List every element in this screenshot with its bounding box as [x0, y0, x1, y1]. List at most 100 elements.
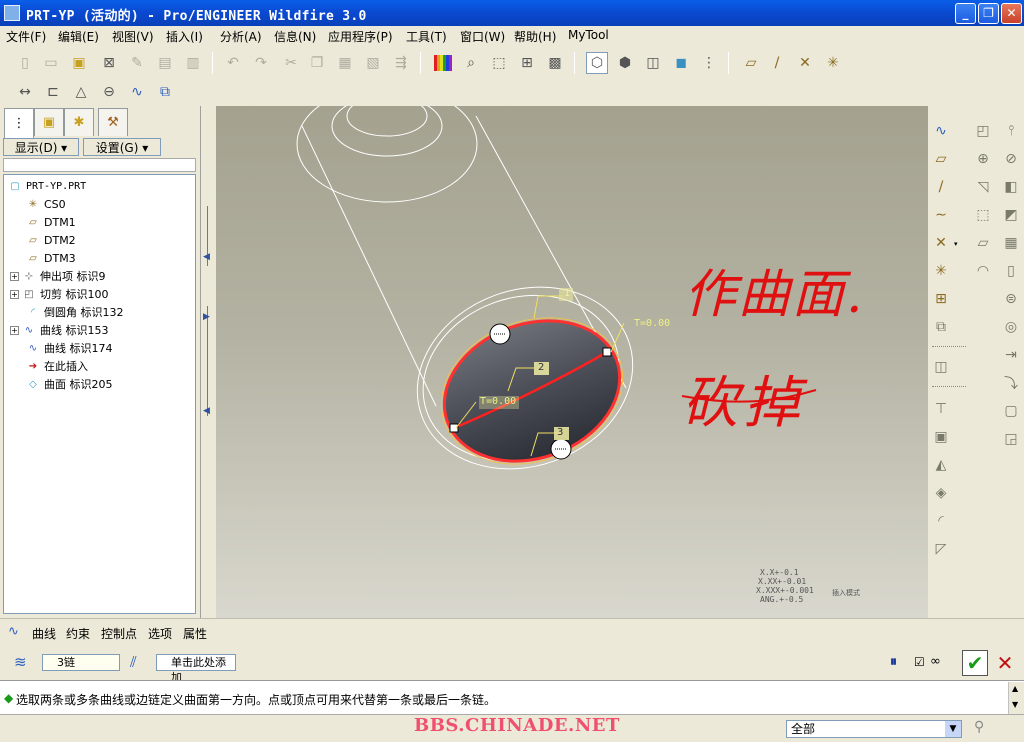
- boundary-blend-icon[interactable]: ▱: [972, 232, 994, 254]
- favorites-tab[interactable]: ✱: [64, 108, 94, 136]
- tree-item-curve153[interactable]: + ∿ 曲线 标识153: [10, 321, 109, 339]
- lock-icon[interactable]: ⚲: [974, 719, 984, 735]
- tree-item-dtm3[interactable]: ▱ DTM3: [26, 249, 76, 267]
- minimize-button[interactable]: _: [955, 3, 976, 24]
- tab-options[interactable]: 选项: [148, 625, 172, 642]
- draft-tool-icon[interactable]: ◈: [930, 482, 952, 504]
- message-scrollbar[interactable]: ▲ ▼: [1008, 682, 1024, 714]
- menu-tools[interactable]: 工具(T): [406, 28, 447, 45]
- dimension-icon[interactable]: ↔: [14, 81, 36, 103]
- save-icon[interactable]: ▤: [154, 52, 176, 74]
- datum-axis-tool-icon[interactable]: /: [930, 176, 952, 198]
- graphics-window[interactable]: 1 2 3 T=0.00 T=0.00 作曲面. 砍掉 X.X+-0.1 X.X…: [216, 106, 928, 618]
- menu-applications[interactable]: 应用程序(P): [328, 28, 393, 45]
- hole-tool-icon[interactable]: ⊤: [930, 398, 952, 420]
- extrude-tool-icon[interactable]: ◰: [972, 120, 994, 142]
- cut-icon[interactable]: ✂: [280, 52, 302, 74]
- project-tool-icon[interactable]: ⇥: [1000, 344, 1022, 366]
- glasses-icon[interactable]: ∞: [930, 654, 941, 669]
- expand-arrow-icon[interactable]: ▶: [203, 312, 210, 322]
- paste-special-icon[interactable]: ▧: [362, 52, 384, 74]
- dropdown-arrow-icon[interactable]: ▾: [954, 240, 958, 248]
- expand-icon[interactable]: +: [10, 271, 19, 281]
- pause-icon[interactable]: ⏸: [890, 654, 897, 670]
- zoom-icon[interactable]: ⌕: [460, 52, 482, 74]
- expand-icon[interactable]: +: [10, 289, 19, 299]
- collapse-arrow-icon[interactable]: ◀: [203, 406, 210, 416]
- copy-geometry-icon[interactable]: ◫: [930, 356, 952, 378]
- datum-point-tool-icon[interactable]: ✕: [930, 232, 952, 254]
- revolve-tool-icon[interactable]: ⊕: [972, 148, 994, 170]
- intersect-tool-icon[interactable]: ▢: [1000, 400, 1022, 422]
- datum-points-icon[interactable]: ✕: [794, 52, 816, 74]
- sketch-curve-icon[interactable]: ∿: [930, 120, 952, 142]
- tree-item-surface[interactable]: ◇ 曲面 标识205: [26, 375, 112, 393]
- menu-edit[interactable]: 编辑(E): [58, 28, 99, 45]
- wireframe-icon[interactable]: ⬡: [586, 52, 608, 74]
- model-tree-tab[interactable]: ⋮: [4, 108, 34, 138]
- emboss-tool-icon[interactable]: ◲: [1000, 428, 1022, 450]
- thicken-tool-icon[interactable]: ⊜: [1000, 288, 1022, 310]
- saved-views-icon[interactable]: ⊞: [516, 52, 538, 74]
- cancel-button[interactable]: ✕: [992, 650, 1018, 676]
- tools-tab[interactable]: ⚒: [98, 108, 128, 136]
- tree-item-curve174[interactable]: ∿ 曲线 标识174: [26, 339, 113, 357]
- curvature-icon[interactable]: ∿: [126, 81, 148, 103]
- tree-item-cut[interactable]: + ◰ 切剪 标识100: [10, 285, 109, 303]
- blend-tool-icon[interactable]: ⧉: [930, 316, 952, 338]
- first-direction-collector[interactable]: 3链: [42, 654, 120, 671]
- rib-tool-icon[interactable]: ◭: [930, 454, 952, 476]
- wrap-tool-icon[interactable]: ⤵: [1000, 372, 1022, 394]
- model-tree-icon[interactable]: ⋮: [698, 52, 720, 74]
- diameter-icon[interactable]: ⊖: [98, 81, 120, 103]
- panel-splitter[interactable]: ◀ ▶ ◀: [200, 106, 216, 618]
- scroll-down-icon[interactable]: ▼: [1012, 700, 1018, 709]
- new-icon[interactable]: ▯: [14, 52, 36, 74]
- menu-view[interactable]: 视图(V): [112, 28, 154, 45]
- redo-icon[interactable]: ↷: [250, 52, 272, 74]
- tree-item-insert-here[interactable]: ➔ 在此插入: [26, 357, 88, 375]
- menu-info[interactable]: 信息(N): [274, 28, 316, 45]
- tree-item-dtm1[interactable]: ▱ DTM1: [26, 213, 76, 231]
- close-window-icon[interactable]: ⊠: [98, 52, 120, 74]
- chamfer-tool-icon[interactable]: ◸: [930, 538, 952, 560]
- csys-tool-icon[interactable]: ✳: [930, 260, 952, 282]
- datum-axes-icon[interactable]: /: [766, 52, 788, 74]
- selection-filter[interactable]: 全部 ▼: [786, 720, 962, 738]
- datum-planes-icon[interactable]: ▱: [740, 52, 762, 74]
- shell-tool-icon[interactable]: ▣: [930, 426, 952, 448]
- shading-icon[interactable]: ◼: [670, 52, 692, 74]
- paste-icon[interactable]: ▦: [334, 52, 356, 74]
- datum-plane-tool-icon[interactable]: ▱: [930, 148, 952, 170]
- second-direction-collector[interactable]: 单击此处添加: [156, 654, 236, 684]
- menu-help[interactable]: 帮助(H): [514, 28, 556, 45]
- tree-item-round[interactable]: ◜ 倒圆角 标识132: [26, 303, 123, 321]
- datum-curve-tool-icon[interactable]: ∼: [930, 204, 952, 226]
- orient-icon[interactable]: ⬚: [488, 52, 510, 74]
- hidden-line-icon[interactable]: ⬢: [614, 52, 636, 74]
- save-copy-icon[interactable]: ▥: [182, 52, 204, 74]
- tree-item-extrude[interactable]: + ⊹ 伸出项 标识9: [10, 267, 106, 285]
- analysis-tool-icon[interactable]: ⊞: [930, 288, 952, 310]
- preview-checkbox[interactable]: ☑: [914, 655, 925, 669]
- offset-tool-icon[interactable]: ▯: [1000, 260, 1022, 282]
- round-tool-icon[interactable]: ◜: [930, 510, 952, 532]
- undo-icon[interactable]: ↶: [222, 52, 244, 74]
- display-dropdown[interactable]: 显示(D) ▾: [3, 138, 79, 156]
- menu-mytool[interactable]: MyTool: [568, 28, 609, 42]
- menu-insert[interactable]: 插入(I): [166, 28, 203, 45]
- tree-item-part[interactable]: ▢ PRT-YP.PRT: [8, 177, 86, 195]
- menu-window[interactable]: 窗口(W): [460, 28, 505, 45]
- cut-doc-icon[interactable]: ✎: [126, 52, 148, 74]
- folder-tab[interactable]: ▣: [34, 108, 64, 136]
- menu-analysis[interactable]: 分析(A): [220, 28, 262, 45]
- angle-icon[interactable]: △: [70, 81, 92, 103]
- draft-analysis-icon[interactable]: ⧉: [154, 81, 176, 103]
- style-tool-icon[interactable]: ◠: [972, 260, 994, 282]
- swept-blend-icon[interactable]: ⬚: [972, 204, 994, 226]
- collapse-arrow-icon[interactable]: ◀: [203, 252, 210, 262]
- solidify-tool-icon[interactable]: ◎: [1000, 316, 1022, 338]
- ok-button[interactable]: ✔: [962, 650, 988, 676]
- chevron-down-icon[interactable]: ▼: [945, 721, 961, 737]
- pattern-tool-icon[interactable]: ▦: [1000, 232, 1022, 254]
